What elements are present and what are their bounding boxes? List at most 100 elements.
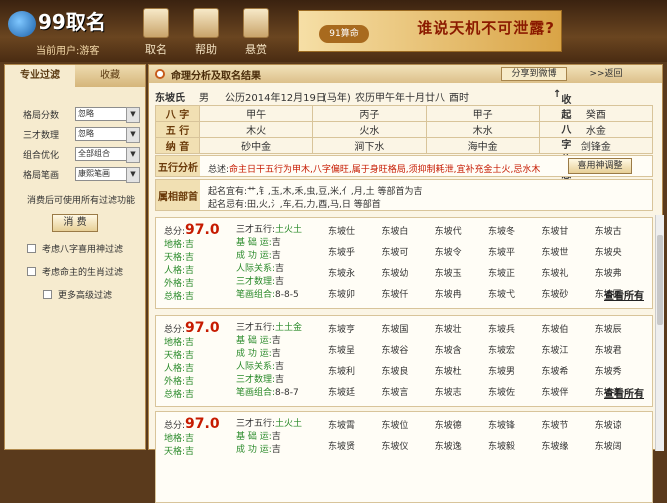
wuxing-label: 三才五行: xyxy=(236,419,276,429)
name-candidate[interactable]: 东坡阔 xyxy=(595,439,648,452)
name-candidate[interactable]: 东坡秀 xyxy=(595,364,648,377)
name-candidate[interactable]: 东坡国 xyxy=(381,322,434,335)
naming-icon xyxy=(143,8,169,38)
sancai-select[interactable]: 忽略 xyxy=(75,127,140,143)
stroke-select[interactable]: 康熙笔画 xyxy=(75,167,140,183)
name-candidate[interactable]: 东坡伴 xyxy=(541,385,594,398)
name-candidate[interactable]: 东坡锋 xyxy=(488,418,541,431)
consume-button[interactable]: 消 费 xyxy=(52,214,98,232)
name-candidate[interactable]: 东坡世 xyxy=(541,245,594,258)
name-candidate[interactable]: 东坡弗 xyxy=(595,266,648,279)
name-candidate[interactable]: 东坡亨 xyxy=(328,322,381,335)
name-candidate[interactable]: 东坡砂 xyxy=(541,287,594,300)
collapse-bazi-link[interactable]: ↑收起八字信息 xyxy=(553,89,571,181)
name-candidate[interactable]: 东坡伯 xyxy=(541,322,594,335)
name-candidate[interactable]: 东坡廷 xyxy=(328,385,381,398)
name-candidate[interactable]: 东坡令 xyxy=(435,245,488,258)
meta-value: 吉 xyxy=(275,277,285,287)
cell: 涧下水 xyxy=(312,137,427,154)
name-candidate[interactable]: 东坡言 xyxy=(381,385,434,398)
name-candidate[interactable]: 东坡仕 xyxy=(328,224,381,237)
name-candidate[interactable]: 东坡含 xyxy=(435,343,488,356)
name-candidate[interactable]: 东坡位 xyxy=(381,418,434,431)
checkbox[interactable] xyxy=(27,267,36,276)
name-candidate[interactable]: 东坡缘 xyxy=(541,439,594,452)
name-candidate[interactable]: 东坡霄 xyxy=(328,418,381,431)
name-candidate[interactable]: 东坡杜 xyxy=(435,364,488,377)
checkbox[interactable] xyxy=(27,244,36,253)
name-candidate[interactable]: 东坡仟 xyxy=(381,287,434,300)
back-button[interactable]: >>返回 xyxy=(581,67,631,81)
row-head: 八 字 xyxy=(155,105,200,122)
name-candidate[interactable]: 东坡幼 xyxy=(381,266,434,279)
radical-head: 属相部首 xyxy=(156,180,200,210)
analysis-label: 总述: xyxy=(208,165,230,175)
grid-line: 外格:吉 xyxy=(164,377,195,387)
view-all-link[interactable]: 查看所有 xyxy=(604,287,644,302)
name-candidate[interactable]: 东坡毅 xyxy=(488,439,541,452)
name-candidate[interactable]: 东坡逸 xyxy=(435,439,488,452)
banner-badge: 91算命 xyxy=(319,25,369,43)
scrollbar[interactable] xyxy=(655,215,664,451)
score-select[interactable]: 忽略 xyxy=(75,107,140,123)
adjust-button[interactable]: 喜用神调整 xyxy=(568,158,632,174)
view-all-link[interactable]: 查看所有 xyxy=(604,385,644,400)
name-candidate[interactable]: 东坡德 xyxy=(435,418,488,431)
name-candidate[interactable]: 东坡永 xyxy=(328,266,381,279)
tab-favorites[interactable]: 收藏 xyxy=(75,65,145,87)
combo-select[interactable]: 全部组合 xyxy=(75,147,140,163)
name-candidate[interactable]: 东坡代 xyxy=(435,224,488,237)
name-candidate[interactable]: 东坡辰 xyxy=(595,322,648,335)
name-candidate[interactable]: 东坡冉 xyxy=(435,287,488,300)
name-candidate[interactable]: 东坡谷 xyxy=(381,343,434,356)
name-card: 总分:97.0 地格:吉 天格:吉 三才五行:土火土基 础 运:吉成 功 运:吉 东坡霄… xyxy=(155,411,653,503)
name-candidate[interactable]: 东坡江 xyxy=(541,343,594,356)
meta-label: 成 功 运: xyxy=(236,251,272,261)
name-candidate[interactable]: 东坡壮 xyxy=(435,322,488,335)
name-candidate[interactable]: 东坡谅 xyxy=(595,418,648,431)
checkbox[interactable] xyxy=(43,290,52,299)
nav-reward[interactable]: 悬赏 xyxy=(236,8,276,57)
nav-naming[interactable]: 取名 xyxy=(136,8,176,57)
name-candidate[interactable]: 东坡古 xyxy=(595,224,648,237)
name-candidate[interactable]: 东坡弋 xyxy=(488,287,541,300)
name-candidate[interactable]: 东坡平 xyxy=(488,245,541,258)
name-candidate[interactable]: 东坡央 xyxy=(595,245,648,258)
score-value: 97.0 xyxy=(185,416,220,432)
name-candidate[interactable]: 东坡冬 xyxy=(488,224,541,237)
name-candidate[interactable]: 东坡可 xyxy=(381,245,434,258)
name-candidate[interactable]: 东坡利 xyxy=(328,364,381,377)
grid-line: 地格:吉 xyxy=(164,338,195,348)
meta-label: 基 础 运: xyxy=(236,238,272,248)
scroll-thumb[interactable] xyxy=(657,235,663,325)
name-candidate[interactable]: 东坡希 xyxy=(541,364,594,377)
cell: 剑锋金 xyxy=(538,137,654,154)
name-candidate[interactable]: 东坡男 xyxy=(488,364,541,377)
name-candidate[interactable]: 东坡志 xyxy=(435,385,488,398)
name-candidate[interactable]: 东坡乎 xyxy=(328,245,381,258)
grid-line: 地格:吉 xyxy=(164,434,195,444)
tab-pro-filter[interactable]: 专业过滤 xyxy=(5,65,75,87)
name-candidate[interactable]: 东坡宏 xyxy=(488,343,541,356)
name-candidate[interactable]: 东坡佐 xyxy=(488,385,541,398)
name-candidate[interactable]: 东坡呈 xyxy=(328,343,381,356)
name-candidate[interactable]: 东坡仪 xyxy=(381,439,434,452)
name-candidate[interactable]: 东坡良 xyxy=(381,364,434,377)
name-candidate[interactable]: 东坡正 xyxy=(488,266,541,279)
share-button[interactable]: 分享到微博 xyxy=(501,67,567,81)
score-label: 总分: xyxy=(164,421,186,431)
row-head: 纳 音 xyxy=(155,137,200,154)
name-candidate[interactable]: 东坡玉 xyxy=(435,266,488,279)
name-candidate[interactable]: 东坡兵 xyxy=(488,322,541,335)
name-candidate[interactable]: 东坡贤 xyxy=(328,439,381,452)
grid-line: 外格:吉 xyxy=(164,279,195,289)
ad-banner[interactable]: 91算命 谁说天机不可泄露? xyxy=(298,10,562,52)
name-candidate[interactable]: 东坡节 xyxy=(541,418,594,431)
name-candidate[interactable]: 东坡白 xyxy=(381,224,434,237)
nav-help[interactable]: 帮助 xyxy=(186,8,226,57)
name-candidate[interactable]: 东坡卯 xyxy=(328,287,381,300)
name-candidate[interactable]: 东坡甘 xyxy=(541,224,594,237)
meta-value: 吉 xyxy=(275,375,285,385)
name-candidate[interactable]: 东坡礼 xyxy=(541,266,594,279)
name-candidate[interactable]: 东坡君 xyxy=(595,343,648,356)
